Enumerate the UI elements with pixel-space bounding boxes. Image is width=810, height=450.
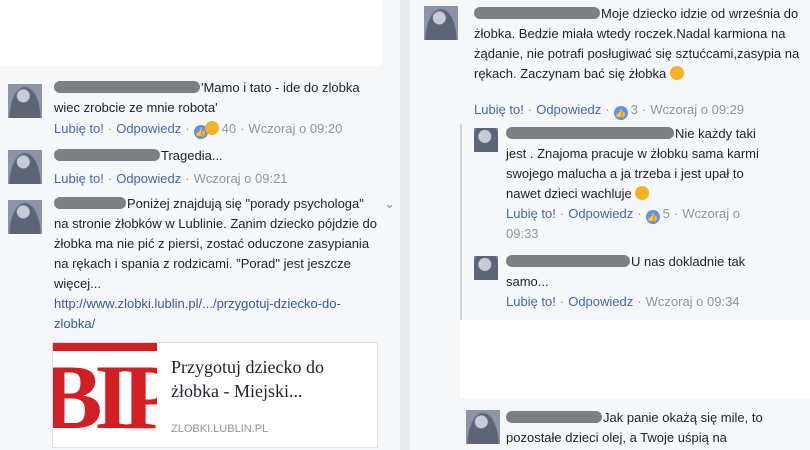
wink-emoji-icon (635, 186, 650, 200)
avatar[interactable] (8, 84, 42, 118)
like-link[interactable]: Lubię to! (506, 206, 556, 221)
card-title[interactable]: Przygotuj dziecko do żłobka - Miejski... (171, 355, 367, 403)
comment-body: Tragedia... (54, 146, 380, 166)
like-link[interactable]: Lubię to! (54, 171, 104, 186)
comment-link[interactable]: http://www.zlobki.lublin.pl/.../przygotu… (54, 296, 341, 331)
redacted-author-name[interactable] (54, 149, 160, 161)
like-reaction-icon[interactable]: 👍 (645, 210, 660, 224)
reply-thread-line (460, 124, 462, 324)
comment-body: 'Mamo i tato - ide do zlobka wiec zrobci… (54, 78, 380, 118)
bip-logo: BIP (53, 343, 157, 445)
like-link[interactable]: Lubię to! (506, 294, 556, 309)
comment-text: Tragedia... (161, 148, 223, 163)
reaction-count[interactable]: 3 (631, 102, 638, 117)
comments-column-left: 'Mamo i tato - ide do zlobka wiec zrobci… (0, 0, 400, 450)
redacted-author-name[interactable] (506, 127, 674, 139)
reaction-count[interactable]: 5 (663, 206, 670, 221)
chevron-down-icon[interactable]: ⌄ (384, 196, 395, 212)
timestamp[interactable]: Wczoraj o 09:21 (194, 171, 288, 186)
reply-link[interactable]: Odpowiedz (116, 171, 181, 186)
redacted-author-name[interactable] (506, 255, 630, 267)
redacted-author-name[interactable] (506, 411, 602, 423)
card-domain: ZLOBKI.LUBLIN.PL (171, 423, 269, 435)
haha-reaction-icon[interactable] (204, 121, 219, 135)
reply-link[interactable]: Odpowiedz (568, 206, 633, 221)
reply-link[interactable]: Odpowiedz (116, 121, 181, 136)
avatar[interactable] (8, 150, 42, 184)
comment-body: Moje dziecko idzie od września do żłobka… (474, 4, 804, 84)
reaction-count[interactable]: 40 (222, 121, 236, 136)
reply-body: Jak panie okażą się mile, to pozostałe d… (506, 408, 804, 448)
timestamp[interactable]: Wczoraj o 09:34 (646, 294, 740, 309)
comments-column-right: Moje dziecko idzie od września do żłobka… (410, 0, 810, 450)
redacted-author-name[interactable] (54, 197, 126, 209)
reply-actions: Lubię to! · Odpowiedz · 👍 5 · Wczoraj o (506, 206, 740, 224)
blank-area (0, 0, 382, 66)
redacted-author-name[interactable] (54, 81, 200, 93)
like-reaction-icon[interactable]: 👍 (613, 106, 628, 120)
avatar[interactable] (424, 6, 458, 40)
worried-emoji-icon (669, 66, 684, 80)
comment-actions: Lubię to! · Odpowiedz · 👍 40 · Wczoraj o 09:20 (54, 121, 343, 139)
avatar[interactable] (8, 200, 42, 234)
blank-area (460, 320, 810, 398)
comment-actions: Lubię to! · Odpowiedz · 👍 3 · Wczoraj o 09:29 (474, 102, 745, 120)
comment-body: Poniżej znajdują się "porady psychologa"… (54, 194, 380, 334)
bip-logo-text: BIP (53, 346, 157, 445)
timestamp-continued[interactable]: 09:33 (506, 225, 539, 243)
avatar[interactable] (474, 128, 498, 152)
avatar[interactable] (474, 256, 498, 280)
avatar[interactable] (466, 410, 500, 444)
reply-body: Nie każdy taki jest . Znajoma pracuje w … (506, 124, 776, 204)
timestamp[interactable]: Wczoraj o 09:29 (650, 102, 744, 117)
comment-actions: Lubię to! · Odpowiedz · Wczoraj o 09:21 (54, 171, 288, 186)
reply-actions: Lubię to! · Odpowiedz · Wczoraj o 09:34 (506, 294, 740, 309)
like-link[interactable]: Lubię to! (474, 102, 524, 117)
reply-body: U nas dokladnie tak samo... (506, 252, 776, 292)
reply-link[interactable]: Odpowiedz (536, 102, 601, 117)
link-preview-card[interactable]: BIP Przygotuj dziecko do żłobka - Miejsk… (52, 342, 378, 448)
like-link[interactable]: Lubię to! (54, 121, 104, 136)
timestamp[interactable]: Wczoraj o (682, 206, 740, 221)
timestamp[interactable]: Wczoraj o 09:20 (248, 121, 342, 136)
reply-link[interactable]: Odpowiedz (568, 294, 633, 309)
comment-text: Poniżej znajdują się "porady psychologa"… (54, 196, 378, 291)
redacted-author-name[interactable] (474, 7, 600, 19)
